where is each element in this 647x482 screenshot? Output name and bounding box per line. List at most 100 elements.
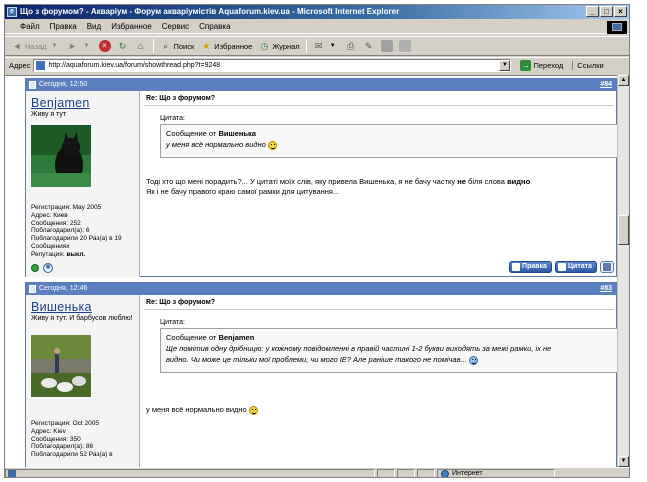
window-controls: _ □ × — [586, 6, 627, 17]
page-icon — [36, 61, 46, 70]
forward-button[interactable]: ► ▼ — [65, 38, 95, 54]
search-icon: ⌕ — [162, 41, 169, 51]
menu-help[interactable]: Справка — [194, 20, 235, 34]
scroll-down-icon[interactable]: ▼ — [618, 456, 629, 467]
post-header: Сегодня, 12:46 #83 — [26, 283, 616, 295]
scroll-thumb[interactable] — [618, 215, 629, 245]
quote-post-button[interactable]: Цитата — [554, 261, 597, 273]
window-title: Що з форумом? - Акваріум - Форум акваріу… — [20, 7, 400, 16]
minimize-button[interactable]: _ — [586, 6, 599, 17]
home-button[interactable]: ⌂ — [133, 38, 149, 54]
quick-reply-icon — [603, 263, 611, 271]
username-link[interactable]: Вишенька — [31, 300, 92, 314]
vertical-scrollbar[interactable]: ▲ ▼ — [617, 75, 629, 467]
quote-label: Цитата: — [160, 115, 185, 122]
post-title: Re: Що з форумом? — [146, 95, 216, 102]
ie-app-icon: e — [7, 7, 17, 17]
address-url: http://aquaforum.kiev.ua/forum/showthrea… — [48, 62, 221, 69]
post-divider — [144, 105, 614, 106]
menu-favorites[interactable]: Избранное — [106, 20, 157, 34]
edit-post-button[interactable]: Правка — [509, 261, 552, 273]
quote-label: Цитата: — [160, 319, 185, 326]
quote-icon — [557, 263, 566, 271]
links-button[interactable]: Ссылки — [572, 61, 604, 70]
go-button[interactable]: → Переход — [520, 60, 563, 71]
address-dropdown-icon[interactable]: ▼ — [499, 60, 511, 71]
search-label: Поиск — [173, 41, 195, 51]
menu-bar: Файл Правка Вид Избранное Сервис Справка — [5, 20, 629, 34]
quote-body-line: видно. Чи може це тільки мої проблеми, ч… — [166, 354, 613, 365]
toolbar-separator — [305, 39, 307, 53]
address-bar: Адрес http://aquaforum.kiev.ua/forum/sho… — [5, 57, 629, 73]
user-info-row: Поблагодарили 20 Раз(а) в 19 Сообщениях — [31, 235, 122, 250]
favorites-button[interactable]: ★ Избранное — [198, 38, 254, 54]
quote-body-line: Ще помітив одну дрібницю: у кожному пові… — [166, 344, 552, 353]
messenger-icon — [398, 40, 411, 52]
address-input[interactable]: http://aquaforum.kiev.ua/forum/showthrea… — [33, 59, 512, 72]
messenger-button[interactable] — [397, 38, 413, 54]
quick-reply-button[interactable] — [600, 261, 614, 273]
post-header: Сегодня, 12:50 #84 — [26, 79, 616, 91]
edit-button[interactable]: ✎ — [361, 38, 377, 54]
quote-box: Сообщение от Вишенька у меня всё нормаль… — [160, 124, 617, 158]
title-bar: e Що з форумом? - Акваріум - Форум аквар… — [5, 5, 629, 19]
user-avatar[interactable] — [31, 335, 91, 397]
maximize-button[interactable]: □ — [600, 6, 613, 17]
user-avatar[interactable] — [31, 125, 91, 187]
post-message-line: Як і не бачу правого краю самої рамки дл… — [146, 187, 340, 196]
smile-icon — [267, 140, 277, 150]
user-info-row: Адрес: Киев — [31, 211, 68, 219]
history-button[interactable]: ◷ Журнал — [256, 38, 301, 54]
chevron-down-icon: ▼ — [83, 43, 90, 49]
username-link[interactable]: Benjamen — [31, 96, 90, 110]
user-title: Живу я тут. И барбусов люблю! — [31, 315, 133, 322]
mail-button[interactable]: ✉ ▼ — [311, 38, 341, 54]
back-label: Назад — [25, 41, 47, 51]
quote-author: Вишенька — [218, 129, 256, 138]
go-label: Переход — [533, 61, 564, 70]
discuss-button[interactable] — [379, 38, 395, 54]
go-arrow-icon: → — [520, 60, 532, 71]
quote-author: Benjamen — [218, 333, 255, 342]
website-icon[interactable]: ✱ — [43, 263, 53, 273]
close-button[interactable]: × — [614, 6, 627, 17]
refresh-button[interactable]: ↻ — [115, 38, 131, 54]
confused-smile-icon — [468, 355, 478, 365]
status-bar: Интернет — [5, 467, 629, 477]
edit-icon — [512, 263, 521, 271]
chevron-down-icon: ▼ — [51, 43, 58, 49]
scroll-up-icon[interactable]: ▲ — [618, 75, 629, 86]
stop-icon: × — [98, 40, 111, 52]
post-body: Вишенька Живу я тут. И барбусов люблю! Р… — [26, 295, 617, 467]
status-cell — [417, 468, 435, 477]
post-icon — [29, 81, 36, 89]
post-actions: Правка Цитата — [509, 261, 614, 273]
page-content: Сегодня, 12:50 #84 Benjamen Живу я тут Р… — [5, 75, 617, 467]
online-status-icon — [31, 264, 39, 272]
menu-tools[interactable]: Сервис — [157, 20, 194, 34]
user-info-row: Поблагодарили 52 Раз(а) в — [31, 451, 113, 459]
page-status-icon — [8, 469, 16, 477]
post-date: Сегодня, 12:46 — [39, 285, 88, 292]
print-button[interactable]: ⎙ — [343, 38, 359, 54]
menu-view[interactable]: Вид — [82, 20, 106, 34]
menu-edit[interactable]: Правка — [45, 20, 82, 34]
mail-icon: ✉ — [314, 41, 323, 51]
post-number-link[interactable]: #84 — [600, 79, 612, 91]
chevron-down-icon: ▼ — [329, 43, 336, 49]
quote-box: Сообщение от Benjamen Ще помітив одну др… — [160, 328, 617, 373]
post-body: Benjamen Живу я тут Регистрация: May 200… — [26, 91, 617, 277]
discuss-icon — [380, 40, 393, 52]
history-icon: ◷ — [260, 41, 269, 51]
user-info: Регистрация: May 2005 Адрес: Киев Сообще… — [31, 204, 139, 259]
stop-button[interactable]: × — [97, 38, 113, 54]
search-button[interactable]: ⌕ Поиск — [158, 38, 197, 54]
star-icon: ★ — [202, 41, 211, 51]
home-icon: ⌂ — [137, 41, 144, 51]
quote-body: у меня всё нормально видно — [166, 139, 613, 150]
back-button[interactable]: ◄ Назад ▼ — [9, 38, 63, 54]
post-number-link[interactable]: #83 — [600, 283, 612, 295]
user-info-row: Регистрация: Oct 2005 — [31, 420, 100, 427]
windows-logo-icon — [607, 21, 627, 34]
menu-file[interactable]: Файл — [15, 20, 45, 34]
